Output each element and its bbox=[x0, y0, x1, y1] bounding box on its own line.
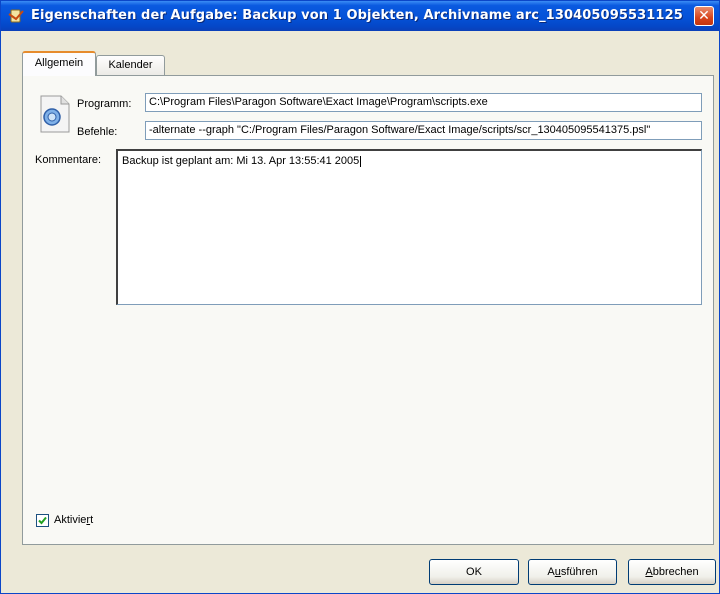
tab-kalender[interactable]: Kalender bbox=[96, 55, 165, 75]
title-bar[interactable]: Eigenschaften der Aufgabe: Backup von 1 … bbox=[1, 1, 719, 31]
program-icon bbox=[40, 95, 70, 133]
command-field[interactable]: -alternate --graph "C:/Program Files/Par… bbox=[145, 121, 702, 140]
window-title: Eigenschaften der Aufgabe: Backup von 1 … bbox=[31, 8, 683, 23]
close-button[interactable]: ✕ bbox=[694, 6, 714, 26]
checkmark-icon bbox=[38, 516, 47, 525]
close-icon: ✕ bbox=[698, 8, 710, 24]
run-button[interactable]: Ausführen bbox=[528, 559, 617, 585]
cancel-button[interactable]: Abbrechen bbox=[628, 559, 716, 585]
program-label: Programm: bbox=[77, 98, 132, 110]
active-checkbox-label[interactable]: Aktiviert bbox=[54, 514, 93, 526]
comment-label: Kommentare: bbox=[35, 154, 102, 166]
active-checkbox[interactable] bbox=[36, 514, 49, 527]
program-field[interactable]: C:\Program Files\Paragon Software\Exact … bbox=[145, 93, 702, 112]
comment-text: Backup ist geplant am: Mi 13. Apr 13:55:… bbox=[122, 155, 360, 167]
text-caret bbox=[360, 155, 362, 167]
tab-panel-allgemein bbox=[22, 75, 714, 545]
command-label: Befehle: bbox=[77, 126, 118, 138]
task-icon bbox=[8, 9, 24, 23]
properties-dialog: Eigenschaften der Aufgabe: Backup von 1 … bbox=[0, 0, 720, 594]
comment-textarea[interactable]: Backup ist geplant am: Mi 13. Apr 13:55:… bbox=[116, 149, 702, 305]
tab-allgemein[interactable]: Allgemein bbox=[22, 51, 96, 76]
ok-button[interactable]: OK bbox=[429, 559, 519, 585]
